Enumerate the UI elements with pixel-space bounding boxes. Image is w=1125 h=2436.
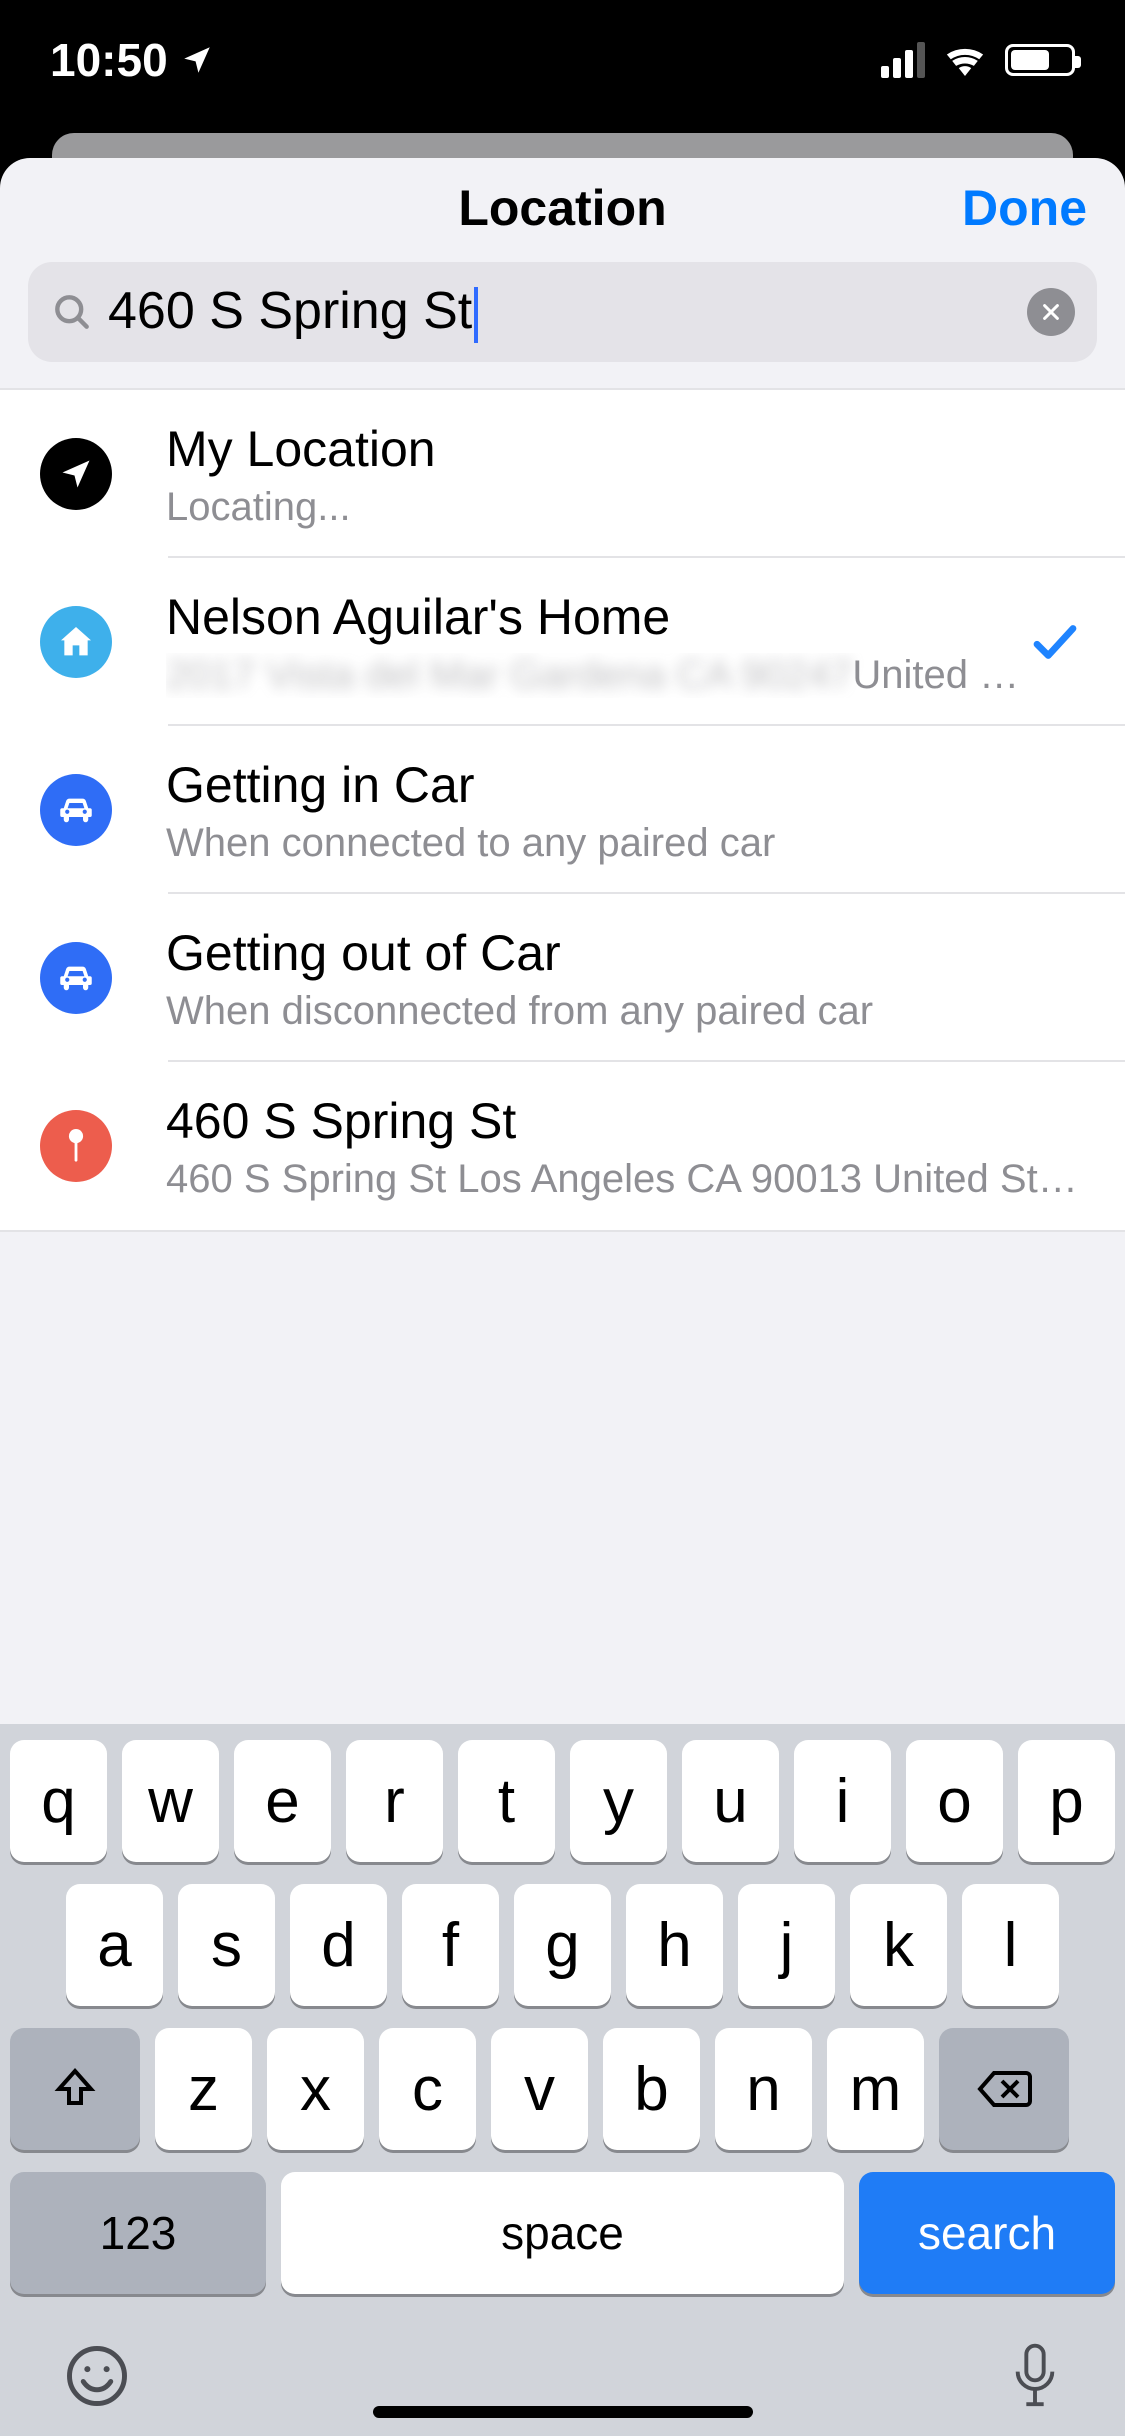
row-home[interactable]: Nelson Aguilar's Home 2017 Vista del Mar…: [0, 558, 1125, 726]
row-title: Getting in Car: [166, 755, 1085, 815]
key-d[interactable]: d: [290, 1884, 387, 2006]
key-u[interactable]: u: [682, 1740, 779, 1862]
search-key[interactable]: search: [859, 2172, 1115, 2294]
key-v[interactable]: v: [491, 2028, 588, 2150]
row-my-location[interactable]: My Location Locating...: [0, 390, 1125, 558]
shift-key[interactable]: [10, 2028, 140, 2150]
key-x[interactable]: x: [267, 2028, 364, 2150]
key-g[interactable]: g: [514, 1884, 611, 2006]
key-t[interactable]: t: [458, 1740, 555, 1862]
status-time: 10:50: [50, 33, 168, 87]
search-icon: [50, 290, 94, 334]
shift-icon: [51, 2065, 99, 2113]
key-a[interactable]: a: [66, 1884, 163, 2006]
key-k[interactable]: k: [850, 1884, 947, 2006]
keyboard-row-4: 123 space search: [10, 2172, 1115, 2294]
numbers-key[interactable]: 123: [10, 2172, 266, 2294]
key-r[interactable]: r: [346, 1740, 443, 1862]
results-list: My Location Locating... Nelson Aguilar's…: [0, 388, 1125, 1232]
emoji-key-icon[interactable]: [64, 2343, 130, 2409]
pin-icon: [40, 1110, 112, 1182]
row-getting-out-car[interactable]: Getting out of Car When disconnected fro…: [0, 894, 1125, 1062]
row-title: My Location: [166, 419, 1085, 479]
search-input[interactable]: 460 S Spring St: [28, 262, 1097, 362]
search-value: 460 S Spring St: [108, 281, 1013, 342]
keyboard: q w e r t y u i o p a s d f g h j k l z …: [0, 1724, 1125, 2436]
nav-bar: Location Done: [0, 158, 1125, 258]
row-title: Getting out of Car: [166, 923, 1085, 983]
status-bar: 10:50: [0, 0, 1125, 130]
key-z[interactable]: z: [155, 2028, 252, 2150]
row-search-result[interactable]: 460 S Spring St 460 S Spring St Los Ange…: [0, 1062, 1125, 1230]
keyboard-row-1: q w e r t y u i o p: [10, 1740, 1115, 1862]
key-f[interactable]: f: [402, 1884, 499, 2006]
backspace-key[interactable]: [939, 2028, 1069, 2150]
key-y[interactable]: y: [570, 1740, 667, 1862]
key-m[interactable]: m: [827, 2028, 924, 2150]
close-icon: [1040, 301, 1062, 323]
clear-button[interactable]: [1027, 288, 1075, 336]
key-b[interactable]: b: [603, 2028, 700, 2150]
keyboard-row-3: z x c v b n m: [10, 2028, 1115, 2150]
location-arrow-icon: [40, 438, 112, 510]
row-subtitle: 460 S Spring St Los Angeles CA 90013 Uni…: [166, 1157, 1085, 1202]
row-getting-in-car[interactable]: Getting in Car When connected to any pai…: [0, 726, 1125, 894]
text-caret: [474, 287, 478, 343]
row-title: Nelson Aguilar's Home: [166, 587, 1025, 647]
key-n[interactable]: n: [715, 2028, 812, 2150]
cell-signal-icon: [881, 42, 925, 78]
row-subtitle: When disconnected from any paired car: [166, 989, 1085, 1034]
key-p[interactable]: p: [1018, 1740, 1115, 1862]
keyboard-row-2: a s d f g h j k l: [10, 1884, 1115, 2006]
checkmark-icon: [1025, 615, 1085, 669]
key-i[interactable]: i: [794, 1740, 891, 1862]
car-icon: [40, 774, 112, 846]
home-indicator[interactable]: [373, 2406, 753, 2418]
key-c[interactable]: c: [379, 2028, 476, 2150]
key-w[interactable]: w: [122, 1740, 219, 1862]
row-subtitle: 2017 Vista del Mar Gardena CA 90247Unite…: [166, 653, 1025, 698]
key-j[interactable]: j: [738, 1884, 835, 2006]
done-button[interactable]: Done: [962, 158, 1087, 258]
row-subtitle: Locating...: [166, 485, 1085, 530]
key-e[interactable]: e: [234, 1740, 331, 1862]
dictation-key-icon[interactable]: [1009, 2340, 1061, 2412]
key-q[interactable]: q: [10, 1740, 107, 1862]
battery-icon: [1005, 44, 1075, 76]
home-icon: [40, 606, 112, 678]
space-key[interactable]: space: [281, 2172, 844, 2294]
key-s[interactable]: s: [178, 1884, 275, 2006]
page-title: Location: [458, 179, 666, 237]
car-icon: [40, 942, 112, 1014]
row-subtitle: When connected to any paired car: [166, 821, 1085, 866]
location-arrow-icon: [180, 43, 214, 77]
key-o[interactable]: o: [906, 1740, 1003, 1862]
key-l[interactable]: l: [962, 1884, 1059, 2006]
key-h[interactable]: h: [626, 1884, 723, 2006]
wifi-icon: [943, 44, 987, 76]
row-title: 460 S Spring St: [166, 1091, 1085, 1151]
backspace-icon: [976, 2068, 1032, 2110]
